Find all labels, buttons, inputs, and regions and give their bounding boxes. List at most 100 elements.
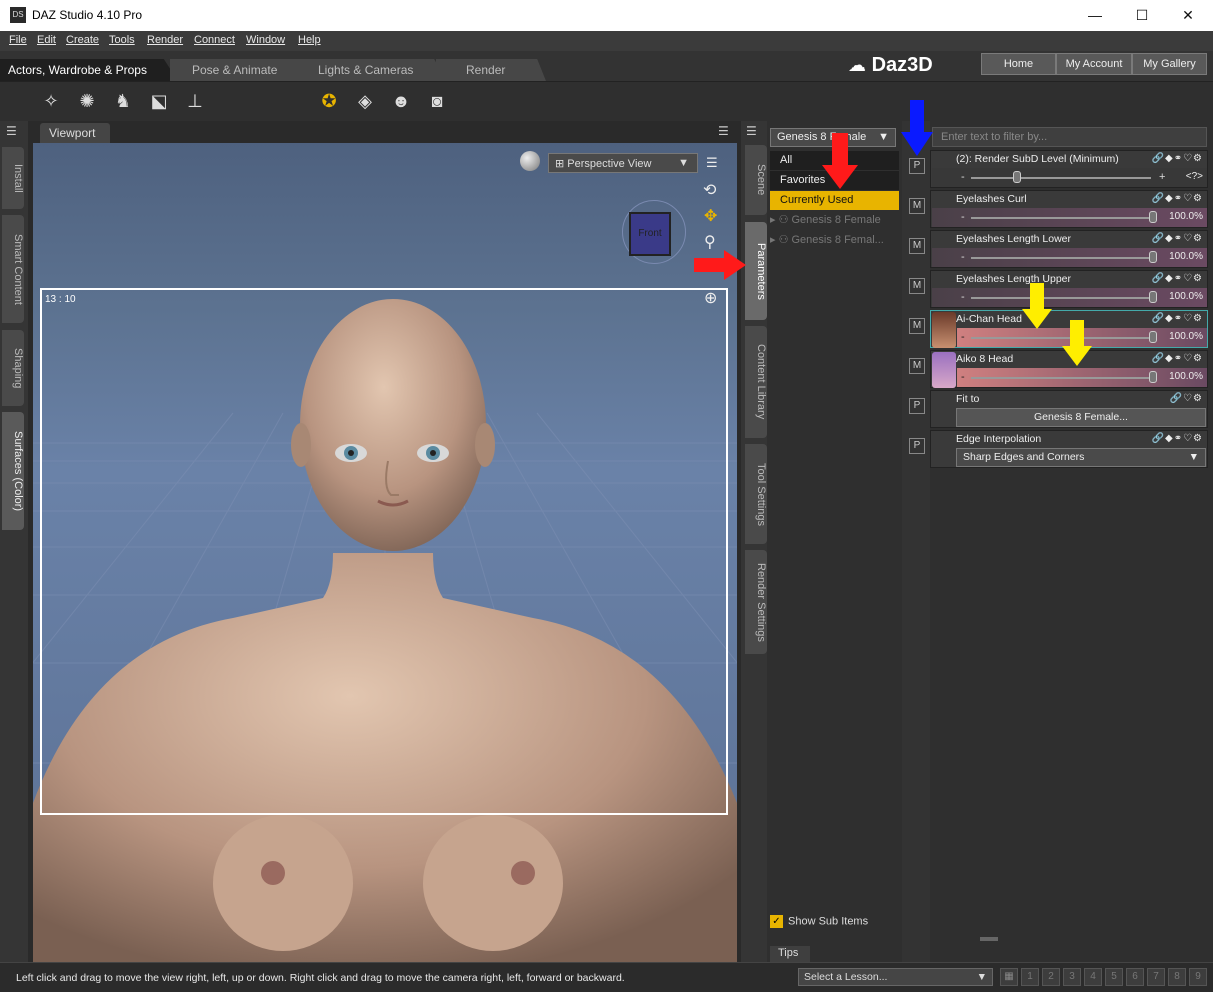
param-options-icons[interactable]: 🔗◆⚭♡⚙ [1152,233,1203,244]
menu-file[interactable]: File [9,34,27,46]
figure-setup-icon[interactable]: ♞ [110,88,136,114]
yellow-arrow-icon [1022,283,1052,329]
tab-shaping[interactable]: Shaping [2,330,24,406]
lesson-page-button[interactable]: 4 [1084,968,1102,986]
edge-interpolation-select[interactable]: Sharp Edges and Corners ▼ [956,448,1206,467]
my-account-button[interactable]: My Account [1056,53,1132,75]
lesson-page-button[interactable]: 2 [1042,968,1060,986]
param-eyelashes-length-lower[interactable]: Eyelashes Length Lower 🔗◆⚭♡⚙ - 100.0% [930,230,1208,268]
minus-icon[interactable]: - [961,291,965,303]
minus-icon[interactable]: - [961,251,965,263]
menu-tools[interactable]: Tools [109,34,135,46]
tree-item-genesis-8-female[interactable]: ▸ ⚇ Genesis 8 Female [770,213,881,226]
menu-create[interactable]: Create [66,34,99,46]
minimize-button[interactable]: — [1080,5,1110,25]
camera-select[interactable]: ⊞ Perspective View ▼ [548,153,698,173]
lesson-grid-icon[interactable]: ▦ [1000,968,1018,986]
pan-icon[interactable]: ✥ [704,206,717,226]
orbit-icon[interactable]: ⟲ [703,180,716,200]
pane-menu-icon[interactable]: ☰ [746,124,757,138]
param-options-icons[interactable]: 🔗◆⚭♡⚙ [1152,433,1203,444]
tab-scene[interactable]: Scene [745,145,767,215]
tab-content-library[interactable]: Content Library [745,326,767,438]
filter-input[interactable]: Enter text to filter by... [932,127,1207,147]
menu-window[interactable]: Window [246,34,285,46]
view-cube[interactable]: Front [629,212,671,256]
slider-line [971,217,1151,219]
my-gallery-button[interactable]: My Gallery [1132,53,1207,75]
close-button[interactable]: ✕ [1173,5,1203,25]
expand-arrow-icon[interactable]: ▸ [770,214,779,226]
lesson-page-button[interactable]: 6 [1126,968,1144,986]
tab-smart-content[interactable]: Smart Content [2,215,24,323]
tree-item-genesis-8-female-2[interactable]: ▸ ⚇ Genesis 8 Femal... [770,233,884,246]
show-sub-items-toggle[interactable]: ✓ Show Sub Items [770,915,868,928]
menu-help[interactable]: Help [298,34,321,46]
lesson-page-button[interactable]: 3 [1063,968,1081,986]
lesson-page-button[interactable]: 8 [1168,968,1186,986]
draw-style-icon[interactable] [520,151,540,171]
minus-icon[interactable]: - [961,211,965,223]
tips-tab[interactable]: Tips [770,946,810,962]
param-eyelashes-curl[interactable]: Eyelashes Curl 🔗◆⚭♡⚙ - 100.0% [930,190,1208,228]
expand-arrow-icon[interactable]: ▸ [770,234,779,246]
new-scene-icon[interactable]: ✺ [74,88,100,114]
new-object-icon[interactable]: ✧ [38,88,64,114]
param-options-icons[interactable]: 🔗◆⚭♡⚙ [1152,273,1203,284]
tab-actors-wardrobe-props[interactable]: Actors, Wardrobe & Props [0,59,178,81]
param-options-icons[interactable]: 🔗◆⚭♡⚙ [1152,193,1203,204]
tab-pose-animate[interactable]: Pose & Animate [170,59,310,81]
tab-lights-cameras[interactable]: Lights & Cameras [298,59,446,81]
param-options-icons[interactable]: 🔗♡⚙ [1170,393,1203,404]
menu-render[interactable]: Render [147,34,183,46]
daz3d-logo: ☁ Daz3D [848,54,933,76]
param-options-icons[interactable]: 🔗◆⚭♡⚙ [1152,313,1203,324]
viewport-panel-menu-icon[interactable]: ☰ [718,124,729,138]
lesson-page-button[interactable]: 5 [1105,968,1123,986]
home-button[interactable]: Home [981,53,1056,75]
menu-edit[interactable]: Edit [37,34,56,46]
viewport-options-icon[interactable]: ☰ [706,155,718,171]
export-icon[interactable]: ⊥ [182,88,208,114]
joint-editor-icon[interactable]: ☻ [388,88,414,114]
param-options-icons[interactable]: 🔗◆⚭♡⚙ [1152,153,1203,164]
minus-icon[interactable]: - [961,171,965,183]
tab-parameters[interactable]: Parameters [745,222,767,320]
tab-install[interactable]: Install [2,147,24,209]
node-select-icon[interactable]: ◈ [352,88,378,114]
slider-handle[interactable] [1149,211,1157,223]
slider-handle[interactable] [1013,171,1021,183]
slider-handle[interactable] [1149,331,1157,343]
param-render-subd-level[interactable]: (2): Render SubD Level (Minimum) 🔗◆⚭♡⚙ -… [930,150,1208,188]
fit-to-button[interactable]: Genesis 8 Female... [956,408,1206,427]
up-arrow-icon[interactable]: ⊕ [704,288,717,308]
menu-connect[interactable]: Connect [194,34,235,46]
lesson-page-button[interactable]: 7 [1147,968,1165,986]
slider-handle[interactable] [1149,251,1157,263]
minus-icon[interactable]: - [961,371,965,383]
viewport-tab[interactable]: Viewport [40,123,110,143]
lesson-page-button[interactable]: 1 [1021,968,1039,986]
slider-handle[interactable] [1149,371,1157,383]
zoom-icon[interactable]: ⚲ [704,232,716,252]
slider-handle[interactable] [1149,291,1157,303]
tab-render-settings[interactable]: Render Settings [745,550,767,654]
menu-bar: File Edit Create Tools Render Connect Wi… [0,31,1213,51]
param-eyelashes-length-upper[interactable]: Eyelashes Length Upper 🔗◆⚭♡⚙ - 100.0% [930,270,1208,308]
checkbox-checked-icon[interactable]: ✓ [770,915,783,928]
category-currently-used[interactable]: Currently Used [770,191,899,210]
import-icon[interactable]: ⬕ [146,88,172,114]
left-panel-menu-icon[interactable]: ☰ [6,124,17,138]
tab-tool-settings[interactable]: Tool Settings [745,444,767,544]
camera-tool-icon[interactable]: ◙ [424,88,450,114]
minus-icon[interactable]: - [961,331,965,343]
splitter-handle[interactable] [980,937,998,941]
plus-icon[interactable]: + [1159,171,1165,183]
tab-surfaces[interactable]: Surfaces (Color) [2,412,24,530]
param-options-icons[interactable]: 🔗◆⚭♡⚙ [1152,353,1203,364]
lesson-select[interactable]: Select a Lesson... ▼ [798,968,993,986]
tab-render[interactable]: Render [436,59,546,81]
lesson-page-button[interactable]: 9 [1189,968,1207,986]
universal-tool-icon[interactable]: ✪ [316,88,342,114]
maximize-button[interactable]: ☐ [1127,5,1157,25]
